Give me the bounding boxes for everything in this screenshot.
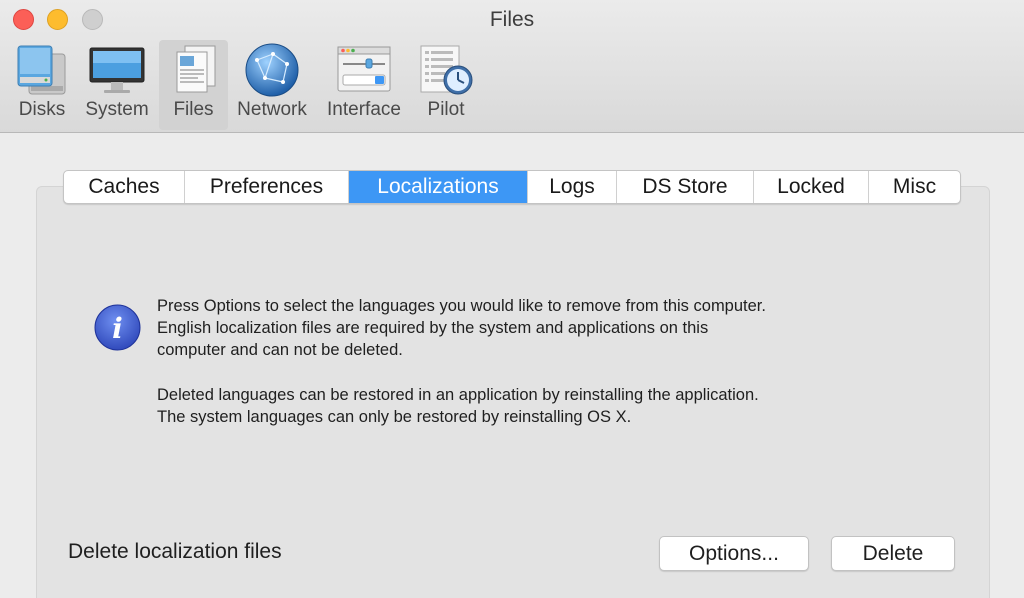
monitor-icon: [89, 47, 145, 93]
toolbar-interface-button[interactable]: Interface: [320, 40, 408, 130]
globe-icon: [245, 43, 299, 97]
toolbar-files-button[interactable]: Files: [159, 40, 228, 130]
pilot-icon: [420, 45, 473, 95]
info-icon: i: [94, 304, 141, 351]
files-icon: [176, 45, 215, 93]
tab-bar: Caches Preferences Localizations Logs DS…: [63, 170, 961, 204]
tab-ds-store[interactable]: DS Store: [617, 171, 754, 203]
tab-caches[interactable]: Caches: [64, 171, 185, 203]
disks-icon: [17, 45, 66, 95]
toolbar-label: Interface: [327, 99, 401, 120]
info-message-line: English localization files are required …: [157, 319, 709, 337]
tab-localizations[interactable]: Localizations: [349, 171, 528, 203]
info-message-line: Deleted languages can be restored in an …: [157, 386, 759, 404]
tab-preferences[interactable]: Preferences: [185, 171, 349, 203]
interface-icon: [337, 46, 391, 92]
toolbar-system-button[interactable]: System: [80, 40, 154, 130]
tab-locked[interactable]: Locked: [754, 171, 869, 203]
info-message-line: Press Options to select the languages yo…: [157, 297, 766, 315]
delete-button[interactable]: Delete: [831, 536, 955, 571]
info-message-line: computer and can not be deleted.: [157, 341, 403, 359]
options-button[interactable]: Options...: [659, 536, 809, 571]
svg-text:i: i: [112, 312, 123, 345]
window-toolbar: Files Disks System Files Network Interfa…: [0, 0, 1024, 133]
toolbar-pilot-button[interactable]: Pilot: [417, 40, 475, 130]
toolbar-label: Files: [173, 99, 214, 120]
toolbar-label: System: [85, 99, 149, 120]
window-title: Files: [489, 8, 535, 31]
tab-misc[interactable]: Misc: [869, 171, 960, 203]
delete-localization-label: Delete localization files: [68, 540, 282, 563]
tab-logs[interactable]: Logs: [528, 171, 617, 203]
toolbar-label: Pilot: [427, 99, 465, 120]
toolbar-label: Disks: [18, 99, 66, 120]
toolbar-disks-button[interactable]: Disks: [10, 40, 74, 130]
toolbar-network-button[interactable]: Network: [232, 40, 312, 130]
toolbar-label: Network: [237, 99, 307, 120]
info-message-line: The system languages can only be restore…: [157, 408, 632, 426]
